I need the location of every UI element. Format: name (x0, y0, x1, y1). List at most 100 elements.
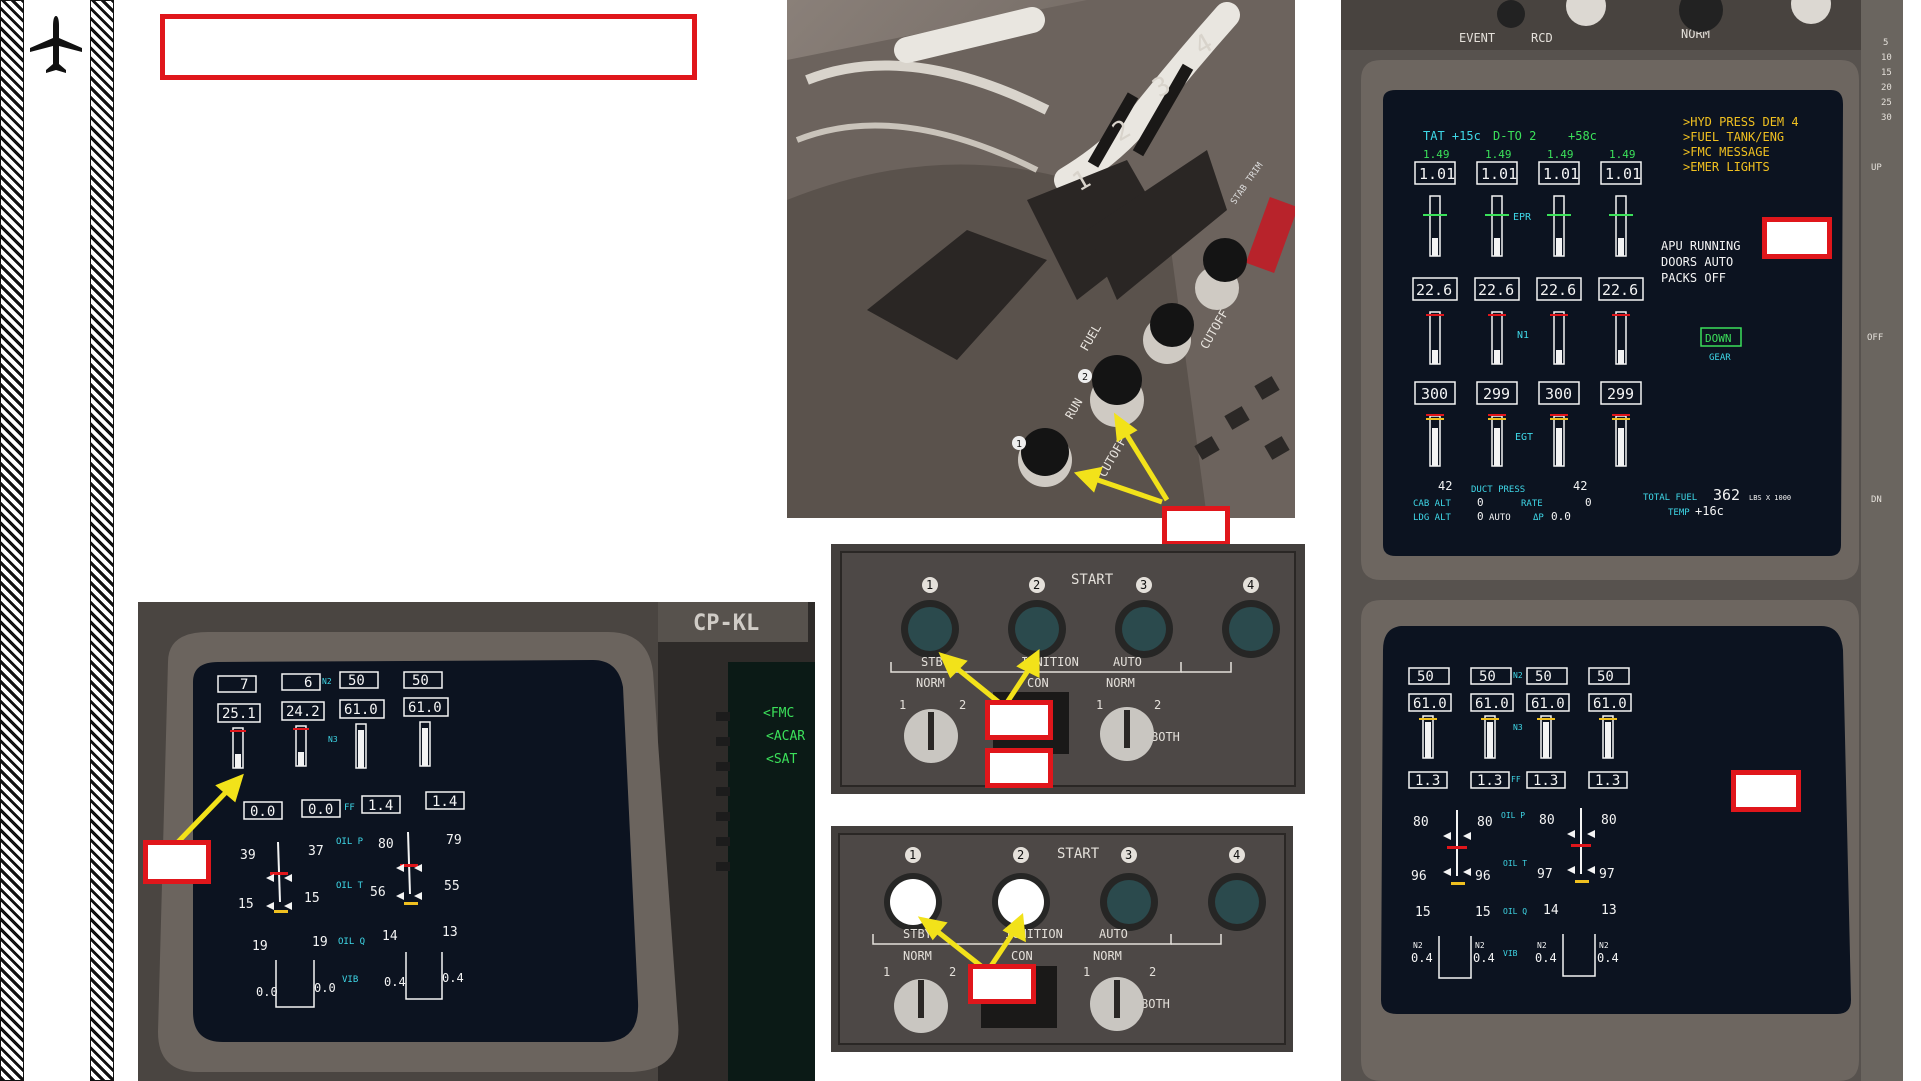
r-n3-2: 61.0 (1475, 696, 1509, 712)
r-n3-3: 61.0 (1531, 696, 1565, 712)
fuel-temp-label: TEMP (1668, 508, 1690, 518)
r-ff-3: 1.3 (1533, 773, 1558, 789)
start1-num-1: 1 (926, 578, 933, 592)
l-oilq-2: 19 (312, 935, 328, 950)
fuel-unit: LBS X 1000 (1749, 494, 1791, 502)
start-title-1: START (1071, 572, 1114, 588)
svg-text:2: 2 (1082, 372, 1088, 383)
ldg-mode: AUTO (1489, 513, 1511, 523)
side-num-20: 20 (1881, 83, 1892, 93)
start2-two-right: 2 (1149, 965, 1156, 979)
start2-switch-3[interactable] (1100, 873, 1158, 931)
r-oilp-4: 80 (1601, 813, 1617, 828)
start1-auto: AUTO (1113, 655, 1142, 669)
n1-label: N1 (1517, 330, 1529, 341)
r-oilq-1: 15 (1415, 905, 1431, 920)
egt-3: 300 (1545, 385, 1572, 403)
r-oilp-1: 80 (1413, 815, 1429, 830)
start2-num-3: 3 (1125, 848, 1132, 862)
l-oilt-label: OIL T (336, 881, 364, 891)
start-switch-4[interactable] (1222, 600, 1280, 658)
auto-selector-knob-2[interactable] (1090, 977, 1144, 1031)
start1-num-3: 3 (1140, 578, 1147, 592)
r-vib-4: 0.4 (1597, 951, 1619, 965)
fmc-msg-1: <FMC (763, 706, 794, 721)
cab-alt-label: CAB ALT (1413, 499, 1452, 509)
l-n2-label: N2 (322, 677, 332, 686)
l-vib-1: 0.0 (256, 985, 278, 999)
egt-label: EGT (1515, 432, 1533, 443)
fuel-temp-value: +16c (1695, 504, 1724, 518)
epr-3: 1.01 (1543, 165, 1579, 183)
l-oilt-3: 56 (370, 885, 386, 900)
eicas-right-photo: 5 10 15 20 25 30 UP OFF DN EVENT RCD NOR… (1341, 0, 1903, 1081)
r-oilp-2: 80 (1477, 815, 1493, 830)
start2-num-2: 2 (1017, 848, 1024, 862)
rate-label: RATE (1521, 499, 1543, 509)
egt-2: 299 (1483, 385, 1510, 403)
r-vib-n2-4: N2 (1599, 941, 1609, 950)
r-oilp-label: OIL P (1501, 811, 1525, 820)
start1-num-2: 2 (1033, 578, 1040, 592)
side-num-15: 15 (1881, 68, 1892, 78)
start2-auto: AUTO (1099, 927, 1128, 941)
r-vib-1: 0.4 (1411, 951, 1433, 965)
auto-selector-knob[interactable] (1100, 707, 1154, 761)
l-oilp-1: 39 (240, 848, 256, 863)
r-ff-label: FF (1511, 775, 1521, 784)
r-oilq-3: 14 (1543, 903, 1559, 918)
start-switch-3[interactable] (1115, 600, 1173, 658)
start-switch-2[interactable] (1008, 600, 1066, 658)
l-vib-4: 0.4 (442, 971, 464, 985)
l-n3-3: 61.0 (344, 702, 378, 718)
start1-one-left: 1 (899, 698, 906, 712)
cab-alt-value: 0 (1477, 496, 1484, 509)
memo-doors: DOORS AUTO (1661, 255, 1733, 269)
n1-4: 22.6 (1602, 281, 1638, 299)
l-oilq-4: 13 (442, 925, 458, 940)
ldg-alt-label: LDG ALT (1413, 513, 1452, 523)
l-n3-label: N3 (328, 735, 338, 744)
r-ff-2: 1.3 (1477, 773, 1502, 789)
duct-press-label: DUCT PRESS (1471, 485, 1525, 495)
start2-num-1: 1 (909, 848, 916, 862)
r-oilt-label: OIL T (1503, 859, 1527, 868)
r-n2-3: 50 (1535, 669, 1552, 685)
duct-press-left: 42 (1438, 479, 1452, 493)
r-n3-4: 61.0 (1593, 696, 1627, 712)
start-panel-photo-1: START 1 2 3 4 STBY IGNITION AUTO NORM CO… (831, 544, 1305, 794)
start-callout-box-3 (968, 964, 1036, 1004)
l-n3-4: 61.0 (408, 700, 442, 716)
start1-two-left: 2 (959, 698, 966, 712)
sidebar-right-stripe (90, 0, 114, 1081)
l-oilp-2: 37 (308, 844, 324, 859)
l-vib-2: 0.0 (314, 981, 336, 995)
epr-4: 1.01 (1605, 165, 1641, 183)
side-label-up: UP (1871, 163, 1882, 173)
start2-norm-left: NORM (903, 949, 932, 963)
r-oilt-1: 96 (1411, 869, 1427, 884)
l-n2-1: 7 (240, 677, 248, 693)
upper-eicas-callout-box (1762, 217, 1832, 259)
l-ff-3: 1.4 (368, 798, 393, 814)
epr-ref-4: 1.49 (1609, 148, 1636, 161)
ignition-selector-knob[interactable] (904, 709, 958, 763)
r-n3-1: 61.0 (1413, 696, 1447, 712)
l-oilt-2: 15 (304, 891, 320, 906)
start-switch-1[interactable] (901, 600, 959, 658)
total-fuel-value: 362 (1713, 486, 1740, 504)
start2-both: BOTH (1141, 997, 1170, 1011)
start2-switch-4[interactable] (1208, 873, 1266, 931)
svg-text:1: 1 (1016, 439, 1022, 450)
ignition-selector-knob-2[interactable] (894, 979, 948, 1033)
epr-label: EPR (1513, 212, 1532, 223)
total-fuel-label: TOTAL FUEL (1643, 493, 1697, 503)
r-vib-n2-2: N2 (1475, 941, 1485, 950)
lower-eicas-right-callout-box (1731, 770, 1801, 812)
r-n2-4: 50 (1597, 669, 1614, 685)
gear-status: DOWN (1705, 332, 1732, 345)
start1-both: BOTH (1151, 730, 1180, 744)
start1-con: CON (1027, 676, 1049, 690)
side-label-dn: DN (1871, 495, 1882, 505)
eicas-msg-3: >FMC MESSAGE (1683, 145, 1770, 159)
